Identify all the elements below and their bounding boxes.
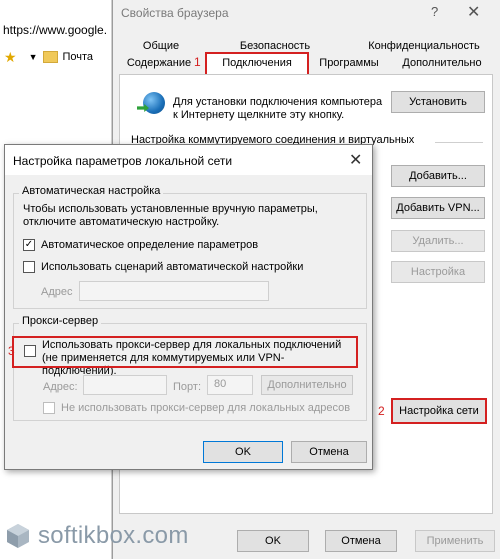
remove-button[interactable]: Удалить...: [391, 230, 485, 252]
proxy-group-label: Прокси-сервер: [19, 315, 102, 327]
address-bar[interactable]: https://www.google.: [0, 20, 112, 40]
proxy-port-field[interactable]: 80: [207, 375, 253, 395]
proxy-advanced-button[interactable]: Дополнительно: [261, 375, 353, 395]
window-title: Свойства браузера: [121, 6, 229, 20]
proxy-port-label: Порт:: [173, 381, 201, 393]
ok-button[interactable]: OK: [237, 530, 309, 552]
step-marker-1: 1: [194, 55, 201, 69]
close-button[interactable]: ✕: [467, 2, 480, 22]
bypass-local-label: Не использовать прокси-сервер для локаль…: [61, 402, 351, 414]
proxy-address-field[interactable]: [83, 375, 167, 395]
bypass-local-checkbox[interactable]: [43, 402, 55, 414]
tab-general[interactable]: Общие: [131, 38, 191, 54]
add-vpn-button[interactable]: Добавить VPN...: [391, 197, 485, 219]
auto-config-group-label: Автоматическая настройка: [19, 185, 164, 197]
auto-config-description: Чтобы использовать установленные вручную…: [23, 203, 318, 228]
folder-icon: [43, 51, 59, 64]
lan-settings-button[interactable]: Настройка сети: [391, 398, 487, 424]
tab-advanced[interactable]: Дополнительно: [397, 55, 487, 71]
settings-button[interactable]: Настройка: [391, 261, 485, 283]
auto-script-checkbox[interactable]: [23, 261, 35, 273]
setup-description: Для установки подключения компьютера к И…: [173, 96, 383, 121]
favorites-folder-label[interactable]: Почта: [62, 51, 93, 63]
proxy-highlight-frame: [12, 336, 358, 368]
dialog-cancel-button[interactable]: Отмена: [291, 441, 367, 463]
lan-settings-dialog: Настройка параметров локальной сети ✕ Ав…: [4, 144, 373, 470]
script-address-field[interactable]: [79, 281, 269, 301]
proxy-address-label: Адрес:: [43, 381, 78, 393]
setup-button[interactable]: Установить: [391, 91, 485, 113]
auto-detect-label: Автоматическое определение параметров: [41, 239, 259, 251]
auto-script-label: Использовать сценарий автоматической нас…: [41, 261, 304, 273]
close-icon[interactable]: ✕: [349, 150, 362, 170]
favorites-bar: ★ ▼ Почта: [0, 46, 112, 68]
tab-privacy[interactable]: Конфиденциальность: [349, 38, 499, 54]
script-address-label: Адрес: [41, 286, 73, 298]
apply-button[interactable]: Применить: [415, 530, 495, 552]
watermark-text: softikbox.com: [38, 522, 189, 549]
add-button[interactable]: Добавить...: [391, 165, 485, 187]
auto-detect-checkbox[interactable]: ✓: [23, 239, 35, 251]
divider: [435, 142, 483, 143]
favorites-star-icon[interactable]: ★: [4, 49, 17, 65]
dialog-ok-button[interactable]: OK: [203, 441, 283, 463]
globe-icon: [143, 92, 165, 114]
tab-content[interactable]: Содержание: [119, 55, 199, 71]
softikbox-logo-icon: [7, 524, 29, 548]
tab-programs[interactable]: Программы: [309, 55, 389, 71]
dialog-title: Настройка параметров локальной сети: [13, 154, 233, 168]
step-marker-2: 2: [378, 404, 385, 418]
chevron-down-icon[interactable]: ▼: [29, 52, 38, 62]
cancel-button[interactable]: Отмена: [325, 530, 397, 552]
help-button[interactable]: ?: [431, 4, 438, 19]
watermark: softikbox.com: [4, 518, 189, 554]
